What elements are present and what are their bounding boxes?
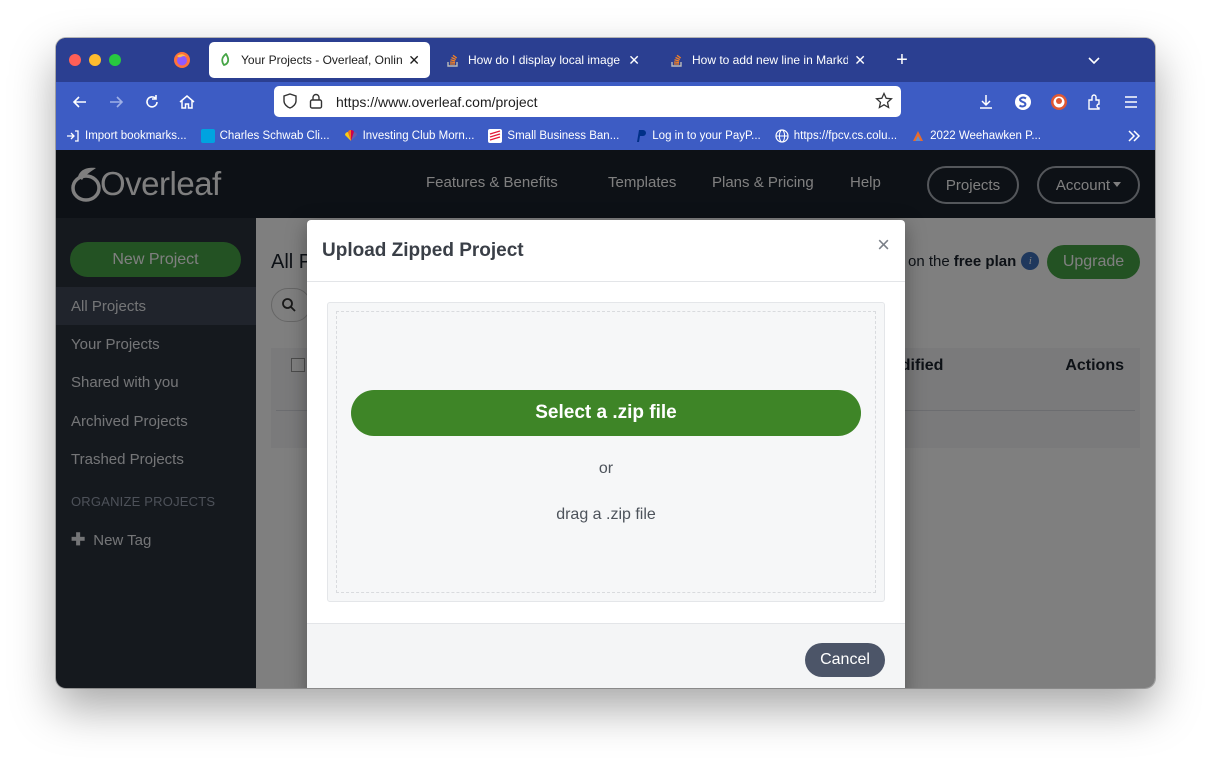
bookmark-star-icon[interactable] — [875, 92, 893, 110]
forward-arrow-icon[interactable] — [106, 92, 126, 112]
bookmark-paypal[interactable]: Log in to your PayP... — [633, 129, 761, 143]
close-tab-icon[interactable]: ✕ — [854, 53, 866, 67]
modal-header: Upload Zipped Project × — [307, 220, 905, 282]
or-text: or — [598, 460, 614, 477]
cancel-button[interactable]: Cancel — [805, 643, 885, 677]
bookmark-label: 2022 Weehawken P... — [930, 130, 1041, 142]
weehawken-icon — [913, 131, 924, 141]
minimize-window-button[interactable] — [89, 54, 101, 66]
stackoverflow-icon — [671, 54, 682, 67]
overleaf-leaf-icon — [221, 53, 230, 67]
close-icon[interactable]: × — [877, 234, 890, 256]
close-window-button[interactable] — [69, 54, 81, 66]
bookmark-cnbc[interactable]: Investing Club Morn... — [344, 129, 475, 143]
upload-zip-modal: Upload Zipped Project × Select a .zip fi… — [307, 220, 905, 688]
sync-extension-icon[interactable] — [1013, 92, 1033, 112]
tab-stackoverflow-markdown[interactable]: How to add new line in Markdow ✕ — [662, 42, 874, 78]
tab-overleaf[interactable]: Your Projects - Overleaf, Online ✕ — [209, 42, 430, 78]
bofa-icon — [488, 129, 503, 143]
chevron-double-right-icon[interactable] — [1125, 127, 1143, 145]
overleaf-page: Overleaf Features & Benefits Templates P… — [56, 150, 1155, 688]
tab-title: How to add new line in Markdow — [692, 53, 849, 67]
select-zip-label: Select a .zip file — [535, 402, 677, 423]
bookmark-label: Charles Schwab Cli... — [219, 130, 330, 142]
shield-icon[interactable] — [282, 93, 298, 109]
browser-window: Your Projects - Overleaf, Online ✕ How d… — [56, 38, 1155, 688]
select-zip-button[interactable]: Select a .zip file — [351, 390, 861, 436]
tab-strip: Your Projects - Overleaf, Online ✕ How d… — [56, 38, 1155, 82]
dropzone-dashed-border — [336, 311, 876, 593]
cnbc-icon — [344, 129, 357, 141]
close-tab-icon[interactable]: ✕ — [408, 53, 420, 67]
bookmark-bofa[interactable]: Small Business Ban... — [488, 129, 619, 143]
chevron-down-icon[interactable] — [1086, 52, 1102, 68]
url-text: https://www.overleaf.com/project — [336, 94, 538, 110]
drag-zip-text: drag a .zip file — [556, 506, 656, 523]
reload-icon[interactable] — [142, 92, 162, 112]
menu-icon[interactable] — [1121, 92, 1141, 112]
bookmark-weehawken[interactable]: 2022 Weehawken P... — [911, 129, 1041, 143]
bookmark-label: Log in to your PayP... — [652, 130, 761, 142]
bookmark-label: Small Business Ban... — [507, 130, 620, 142]
bookmark-schwab[interactable]: Charles Schwab Cli... — [200, 129, 330, 143]
bookmark-label: Import bookmarks... — [85, 130, 187, 142]
duckduckgo-icon[interactable] — [1049, 92, 1069, 112]
download-icon[interactable] — [976, 92, 996, 112]
navigation-bar: https://www.overleaf.com/project — [56, 82, 1155, 122]
modal-footer: Cancel — [307, 623, 905, 688]
new-tab-button[interactable]: + — [892, 50, 912, 70]
bookmarks-toolbar: Import bookmarks... Charles Schwab Cli..… — [56, 122, 1155, 150]
bookmark-import[interactable]: Import bookmarks... — [66, 129, 187, 143]
home-icon[interactable] — [177, 92, 197, 112]
maximize-window-button[interactable] — [109, 54, 121, 66]
lock-icon[interactable] — [308, 92, 324, 110]
import-icon — [67, 130, 79, 142]
globe-icon — [775, 129, 789, 143]
cancel-label: Cancel — [820, 651, 870, 668]
bookmark-fpcv[interactable]: https://fpcv.cs.colu... — [775, 129, 897, 143]
back-arrow-icon[interactable] — [70, 92, 90, 112]
schwab-icon — [200, 129, 215, 143]
close-tab-icon[interactable]: ✕ — [628, 53, 640, 67]
tab-title: How do I display local image in — [468, 53, 623, 67]
stackoverflow-icon — [447, 54, 458, 67]
paypal-icon — [637, 130, 647, 142]
url-bar[interactable]: https://www.overleaf.com/project — [274, 86, 901, 117]
extensions-icon[interactable] — [1085, 92, 1105, 112]
bookmark-label: Investing Club Morn... — [362, 130, 475, 142]
tab-title: Your Projects - Overleaf, Online — [241, 53, 403, 67]
tab-stackoverflow-image[interactable]: How do I display local image in ✕ — [438, 42, 648, 78]
firefox-icon — [174, 52, 190, 68]
bookmark-label: https://fpcv.cs.colu... — [793, 130, 898, 142]
modal-title: Upload Zipped Project — [322, 240, 524, 261]
zip-dropzone[interactable] — [327, 302, 885, 602]
